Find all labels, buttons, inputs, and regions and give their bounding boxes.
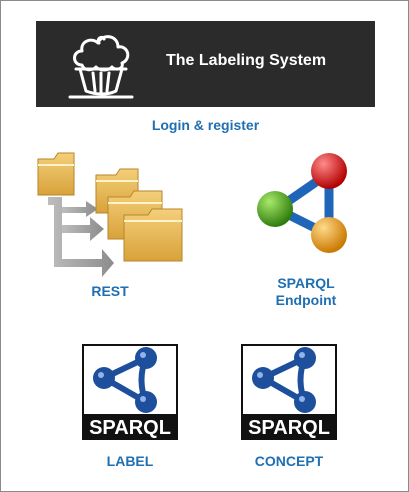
sparql-endpoint-label[interactable]: SPARQL Endpoint [256, 275, 356, 309]
sparql-endpoint-label-line2: Endpoint [275, 292, 337, 308]
sparql-logo-text: SPARQL [248, 417, 330, 439]
cupcake-logo-icon [68, 35, 134, 99]
login-register-link[interactable]: Login & register [1, 117, 408, 133]
banner-title: The Labeling System [166, 52, 327, 69]
sparql-endpoint-tile[interactable] [251, 149, 355, 257]
rest-tile[interactable] [34, 149, 186, 277]
concept-label[interactable]: CONCEPT [239, 453, 339, 470]
sparql-endpoint-label-line1: SPARQL [277, 275, 335, 291]
concept-tile[interactable]: SPARQL [241, 344, 337, 440]
rest-label[interactable]: REST [80, 283, 140, 300]
folder-tree-icon [37, 152, 183, 277]
sparql-logo-icon: SPARQL [241, 344, 337, 440]
label-label[interactable]: LABEL [90, 453, 170, 470]
header-banner: The Labeling System [36, 21, 375, 107]
sparql-logo-text: SPARQL [89, 417, 171, 439]
page-frame: The Labeling System Login & register RES… [0, 0, 409, 492]
rdf-graph-icon [257, 153, 347, 253]
sparql-logo-icon: SPARQL [82, 344, 178, 440]
label-tile[interactable]: SPARQL [82, 344, 178, 440]
